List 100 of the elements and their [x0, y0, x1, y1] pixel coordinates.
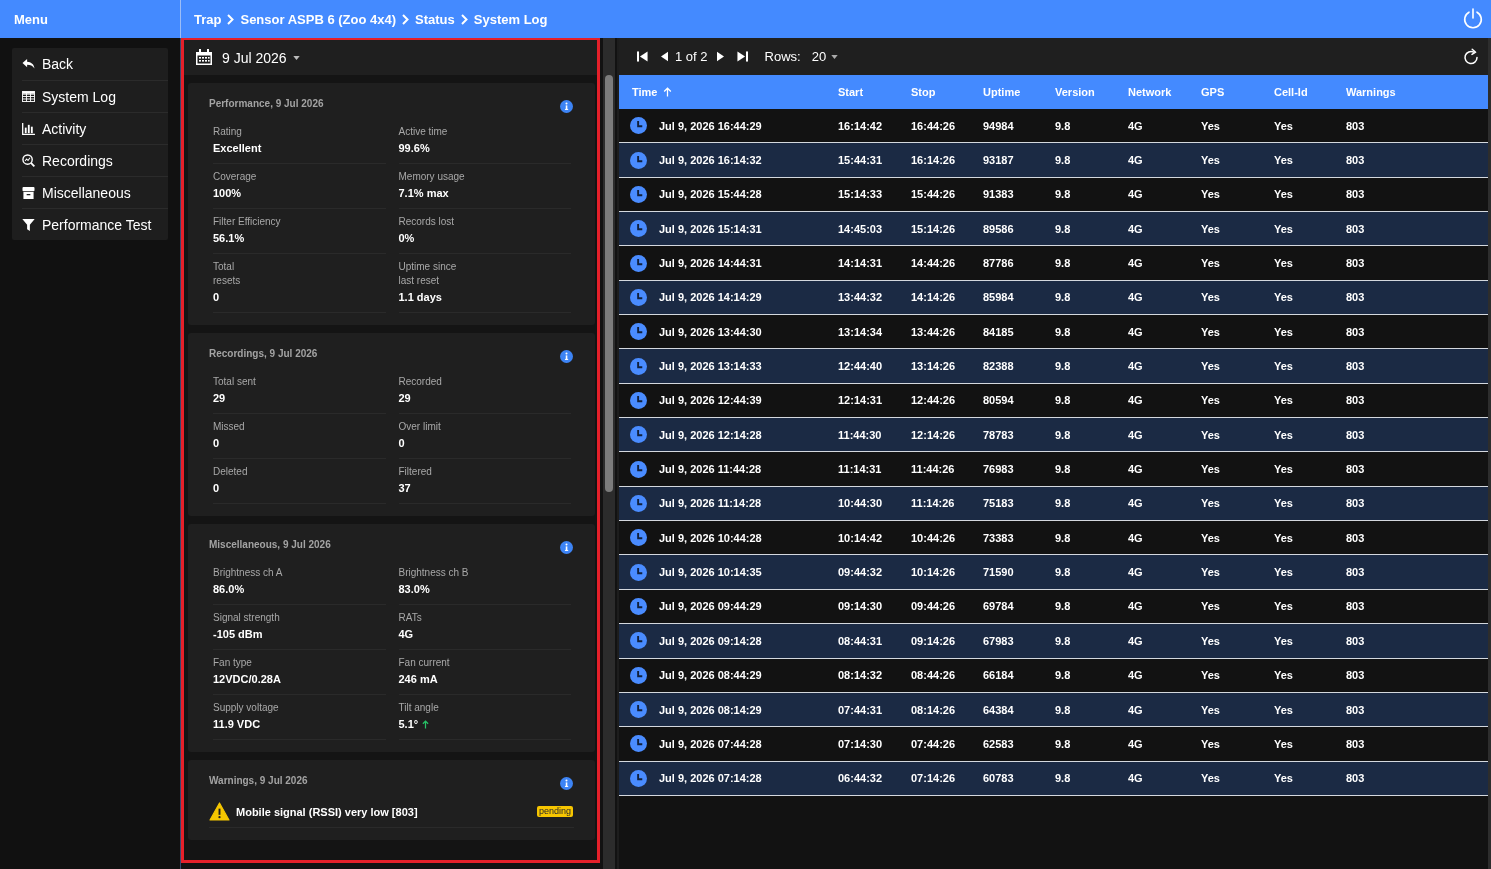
table-cell: 4G: [1128, 669, 1143, 682]
table-cell: Yes: [1274, 257, 1293, 270]
field-value: 0: [213, 436, 220, 451]
table-cell: 89586: [983, 222, 1014, 235]
refresh-icon: [1463, 48, 1479, 65]
table-cell: Yes: [1201, 119, 1220, 132]
column-header[interactable]: Version: [1055, 75, 1128, 109]
table-cell: Yes: [1201, 394, 1220, 407]
field-value: 246 mA: [398, 672, 438, 687]
previous-page-button[interactable]: [661, 51, 668, 62]
table-cell: Jul 9, 2026 14:14:29: [659, 291, 762, 304]
chevron-right-icon: [460, 13, 468, 25]
table-cell: 803: [1346, 566, 1365, 579]
table-cell: 10:44:26: [911, 531, 956, 544]
table-cell: Yes: [1201, 463, 1220, 476]
table-cell: 803: [1346, 600, 1365, 613]
table-cell: Yes: [1274, 394, 1293, 407]
column-header[interactable]: Uptime: [983, 75, 1055, 109]
field-label: Records lost: [398, 215, 456, 229]
table-cell: 803: [1346, 428, 1365, 441]
table-cell: 84185: [983, 325, 1014, 338]
sidebar-item[interactable]: Back: [22, 48, 168, 80]
field-value: 0: [398, 436, 405, 451]
breadcrumb-link[interactable]: Trap: [194, 11, 222, 27]
table-cell: 13:44:26: [911, 325, 956, 338]
table-cell: Jul 9, 2026 16:44:29: [659, 119, 762, 132]
warning-text: Mobile signal (RSSI) very low [803]: [236, 805, 418, 818]
archive-box-icon: [22, 186, 35, 199]
sidebar-item[interactable]: Recordings: [22, 144, 168, 176]
info-icon[interactable]: [560, 100, 573, 113]
table-cell: 12:14:31: [838, 394, 883, 407]
table-cell: Jul 9, 2026 11:44:28: [659, 463, 762, 476]
table-cell: 82388: [983, 360, 1014, 373]
sidebar-item[interactable]: Activity: [22, 112, 168, 144]
table-cell: Yes: [1274, 600, 1293, 613]
table-cell: 07:14:26: [911, 772, 956, 785]
column-header[interactable]: Cell-Id: [1274, 75, 1346, 109]
first-page-button[interactable]: [637, 51, 648, 62]
info-icon[interactable]: [560, 777, 573, 790]
rows-select[interactable]: 20: [811, 49, 839, 64]
status-badge: pending: [536, 806, 573, 817]
table-cell: Jul 9, 2026 15:44:28: [659, 188, 762, 201]
menu-title: Menu: [14, 11, 48, 27]
field-value: 7.1% max: [398, 186, 449, 201]
clock-icon: [630, 632, 647, 650]
scrollbar-thumb[interactable]: [605, 75, 613, 492]
table-cell: Jul 9, 2026 12:14:28: [659, 428, 762, 441]
table-cell: 15:44:26: [911, 188, 956, 201]
sidebar-item[interactable]: Miscellaneous: [22, 176, 168, 208]
column-header[interactable]: GPS: [1201, 75, 1274, 109]
table-cell: 16:44:26: [911, 119, 956, 132]
table-cell: 9.8: [1055, 634, 1071, 647]
table-cell: 803: [1346, 325, 1365, 338]
table-cell: Yes: [1274, 360, 1293, 373]
magnifier-icon: [22, 154, 35, 167]
last-page-icon: [736, 51, 748, 62]
info-icon[interactable]: [560, 541, 573, 554]
table-cell: 69784: [983, 600, 1014, 613]
field-value: 0%: [398, 231, 415, 246]
table-cell: 07:44:31: [838, 703, 883, 716]
last-page-button[interactable]: [736, 51, 748, 62]
table-cell: Jul 9, 2026 11:14:28: [659, 497, 762, 510]
refresh-button[interactable]: [1463, 48, 1479, 65]
next-page-button[interactable]: [716, 51, 724, 62]
breadcrumb-current: System Log: [473, 11, 548, 27]
column-header[interactable]: Time: [619, 75, 838, 109]
column-header[interactable]: Start: [838, 75, 911, 109]
table-cell: 12:44:40: [838, 360, 883, 373]
chevron-right-icon: [402, 13, 410, 25]
table-cell: Yes: [1274, 325, 1293, 338]
clock-icon: [630, 288, 647, 306]
table-cell: 4G: [1128, 394, 1143, 407]
column-header[interactable]: Warnings: [1346, 75, 1488, 109]
info-icon[interactable]: [560, 350, 573, 363]
clock-icon: [630, 391, 647, 409]
table-cell: 12:44:26: [911, 394, 956, 407]
sidebar-item[interactable]: System Log: [22, 80, 168, 112]
column-header[interactable]: Network: [1128, 75, 1201, 109]
table-cell: 803: [1346, 188, 1365, 201]
table-cell: 9.8: [1055, 222, 1071, 235]
date-picker[interactable]: 9 Jul 2026: [195, 49, 300, 66]
field-value: 0: [213, 481, 220, 496]
table-cell: Yes: [1274, 188, 1293, 201]
clock-icon: [630, 117, 647, 135]
field-value: 4G: [398, 627, 414, 642]
table-cell: 4G: [1128, 600, 1143, 613]
field-value: 29: [398, 391, 411, 406]
column-header[interactable]: Stop: [911, 75, 983, 109]
table-cell: Yes: [1274, 566, 1293, 579]
table-cell: 09:44:26: [911, 600, 956, 613]
field-label: Memory usage: [398, 170, 466, 184]
table-cell: 803: [1346, 119, 1365, 132]
table-cell: Yes: [1274, 154, 1293, 166]
breadcrumb-link[interactable]: Sensor ASPB 6 (Zoo 4x4): [240, 11, 397, 27]
power-button[interactable]: [1462, 8, 1484, 30]
sidebar-item[interactable]: Performance Test: [22, 208, 168, 240]
breadcrumb-link[interactable]: Status: [415, 11, 455, 27]
table-cell: Jul 9, 2026 07:44:28: [659, 737, 762, 750]
table-cell: 4G: [1128, 737, 1143, 750]
table-cell: 9.8: [1055, 772, 1071, 785]
